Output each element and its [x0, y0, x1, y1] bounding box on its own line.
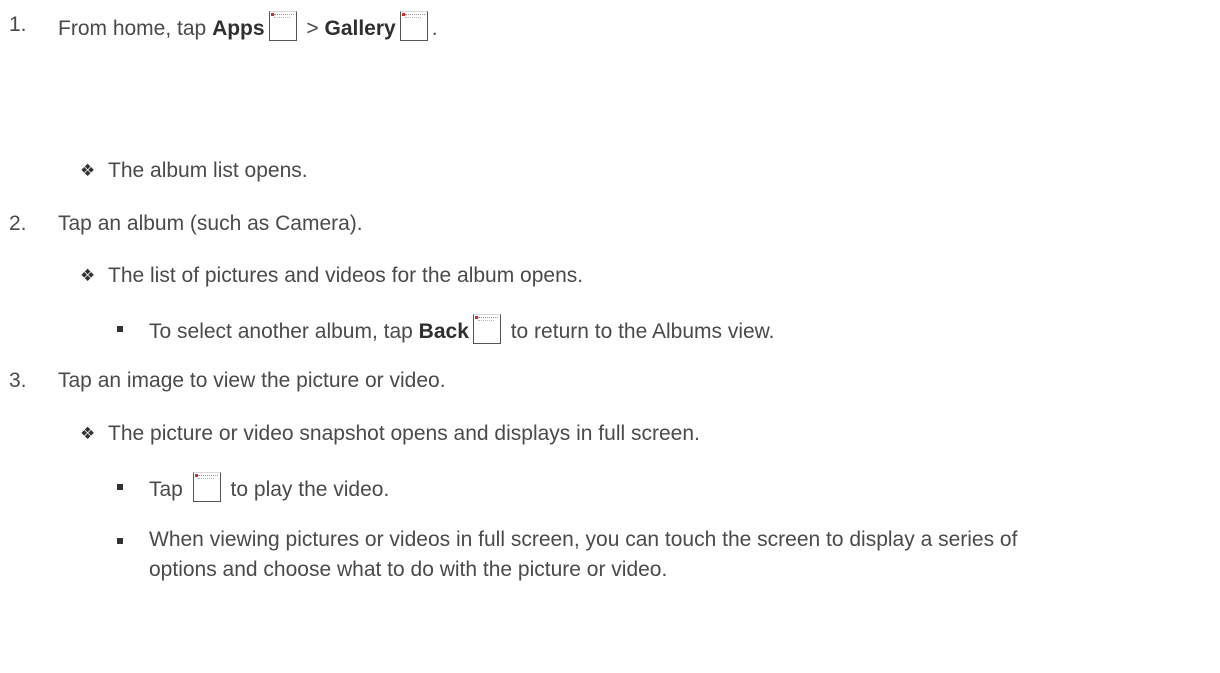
separator: >	[300, 17, 325, 40]
note-text: Tap to play the video.	[149, 472, 389, 504]
result-text: The picture or video snapshot opens and …	[108, 422, 700, 445]
result-text: The album list opens.	[108, 159, 308, 182]
note-text-line-2: options and choose what to do with the p…	[149, 558, 668, 581]
note-prefix: Tap	[149, 478, 189, 501]
note-text: To select another album, tap Back to ret…	[149, 314, 775, 346]
step-number: 3.	[9, 369, 27, 392]
back-label: Back	[418, 320, 469, 343]
back-icon	[472, 314, 501, 344]
play-icon	[192, 472, 221, 502]
step-text: From home, tap Apps > Gallery.	[58, 11, 438, 43]
diamond-bullet-icon: ❖	[80, 161, 96, 180]
note-suffix: to return to the Albums view.	[504, 320, 775, 343]
note-prefix: To select another album, tap	[149, 320, 419, 343]
diamond-bullet-icon: ❖	[80, 266, 96, 285]
step-text-prefix: From home, tap	[58, 17, 213, 40]
step-number: 2.	[9, 212, 27, 235]
note-text-line-1: When viewing pictures or videos in full …	[149, 528, 1018, 551]
gallery-icon	[399, 11, 428, 41]
note-suffix: to play the video.	[224, 478, 390, 501]
gallery-label: Gallery	[324, 17, 396, 40]
step-text: Tap an image to view the picture or vide…	[58, 369, 446, 392]
apps-label: Apps	[212, 17, 265, 40]
diamond-bullet-icon: ❖	[80, 424, 96, 443]
apps-icon	[268, 11, 297, 41]
square-bullet-icon	[117, 484, 123, 490]
step-text: Tap an album (such as Camera).	[58, 212, 363, 235]
result-text: The list of pictures and videos for the …	[108, 264, 584, 287]
step-number: 1.	[9, 13, 27, 36]
step-text-suffix: .	[431, 17, 438, 40]
square-bullet-icon	[117, 538, 123, 544]
square-bullet-icon	[117, 326, 123, 332]
